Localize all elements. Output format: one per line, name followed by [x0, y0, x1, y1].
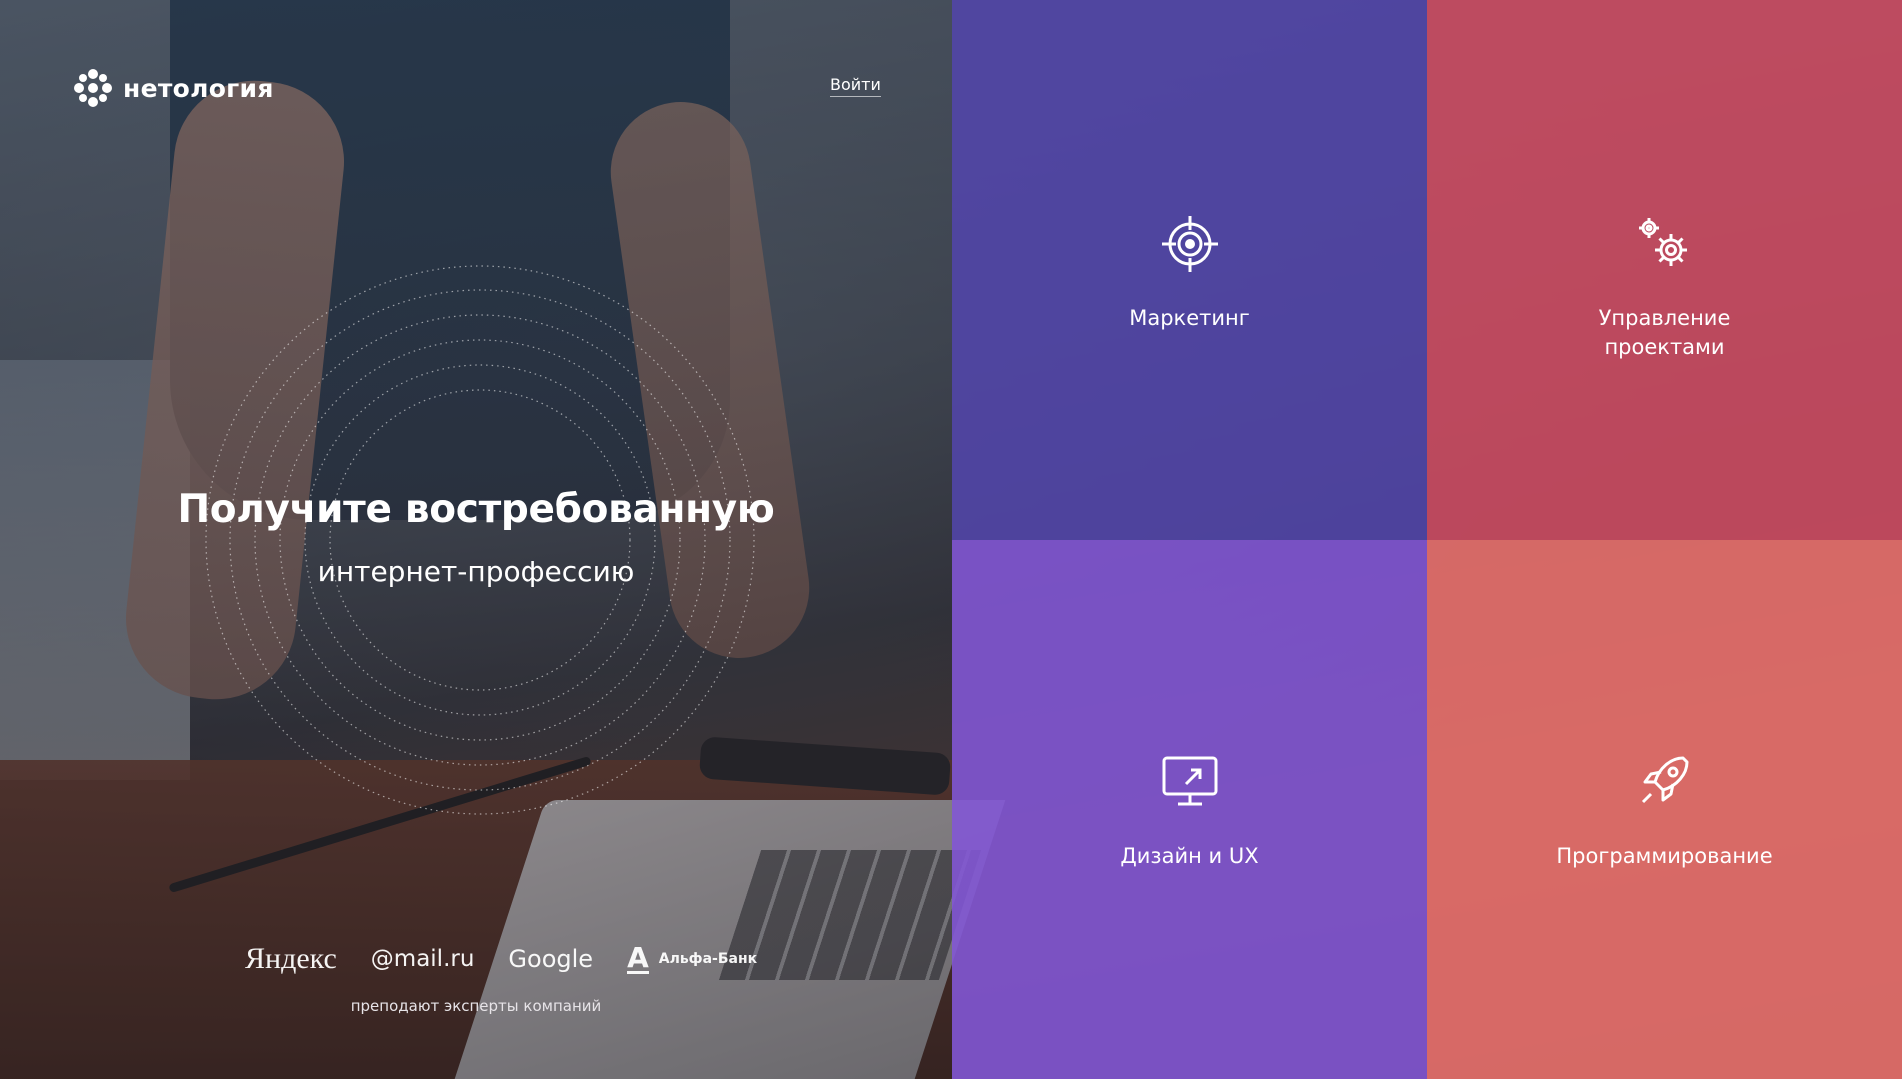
gears-icon: [1638, 218, 1687, 266]
monitor-icon: [1162, 756, 1217, 806]
site-header: нетология Войти: [0, 0, 952, 170]
google-logo: Google: [508, 945, 594, 973]
login-link[interactable]: Войти: [830, 75, 881, 97]
category-label: Дизайн и UX: [952, 842, 1427, 871]
rocket-icon: [1641, 756, 1688, 804]
category-label-line: Программирование: [1556, 844, 1773, 868]
category-tile-marketing[interactable]: Маркетинг: [952, 0, 1427, 540]
category-label-line: Управление: [1598, 306, 1731, 330]
alfabank-a-icon: A: [627, 940, 649, 974]
mailru-logo: @mail.ru: [370, 946, 475, 972]
logo-link[interactable]: нетология: [71, 66, 274, 110]
category-label-line: Дизайн и UX: [1120, 844, 1259, 868]
snowflake-logo-icon: [74, 69, 112, 107]
partners-caption: преподают эксперты компаний: [350, 997, 602, 1015]
partner-logos: Яндекс @mail.ru Google A Альфа-Банк: [245, 942, 757, 976]
category-label-line: проектами: [1604, 335, 1725, 359]
logo-text: нетология: [123, 73, 274, 103]
alfabank-logo-text: Альфа-Банк: [658, 951, 758, 967]
alfabank-logo: A Альфа-Банк: [627, 940, 758, 974]
category-label: Маркетинг: [952, 304, 1427, 333]
category-tile-design-ux[interactable]: Дизайн и UX: [952, 540, 1427, 1079]
category-tile-programming[interactable]: Программирование: [1427, 540, 1902, 1079]
target-icon: [1161, 216, 1218, 272]
category-tile-project-management[interactable]: Управление проектами: [1427, 0, 1902, 540]
yandex-logo: Яндекс: [245, 942, 337, 975]
category-label: Программирование: [1427, 842, 1902, 871]
hero-subtitle: интернет-профессию: [317, 555, 635, 588]
category-label-line: Маркетинг: [1129, 306, 1250, 330]
dotted-circles-decoration: [205, 265, 755, 815]
category-label: Управление проектами: [1427, 304, 1902, 362]
hero-title: Получите востребованную: [177, 487, 775, 532]
